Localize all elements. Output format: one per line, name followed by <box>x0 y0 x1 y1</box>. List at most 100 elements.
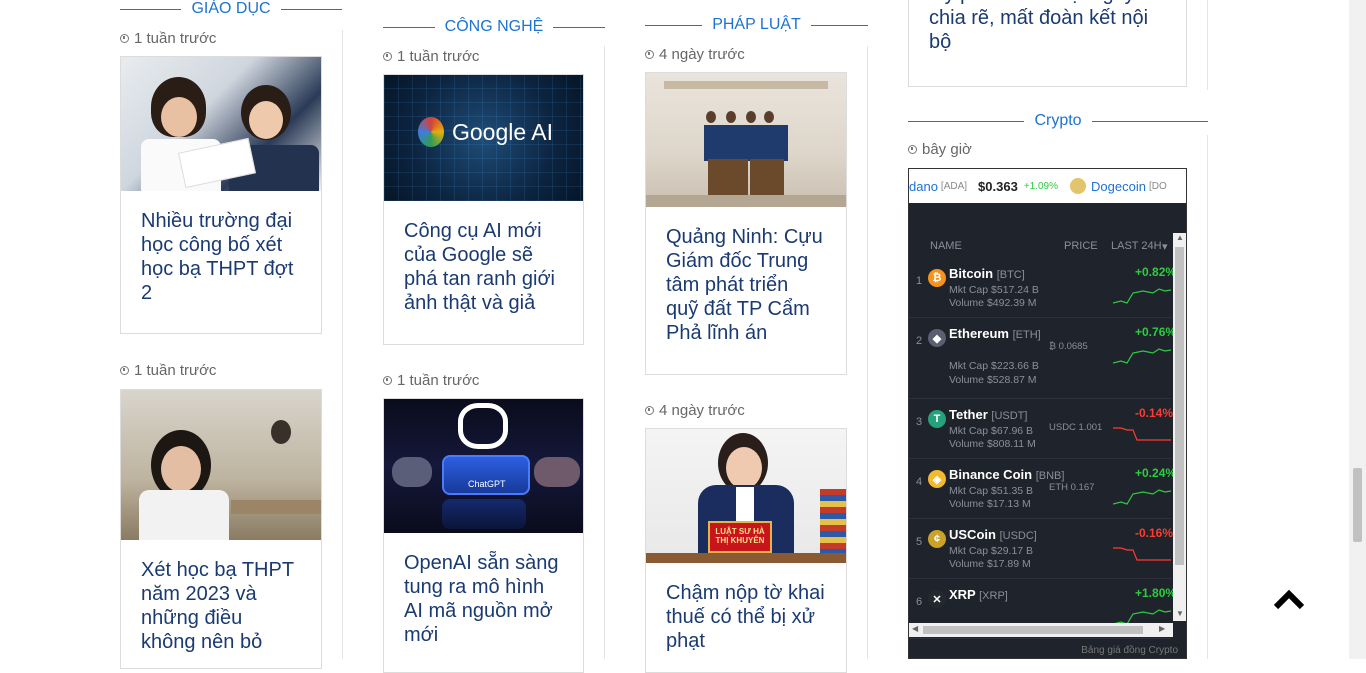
coin-change: +0.76% <box>1135 325 1177 339</box>
coin-change: -0.16% <box>1135 526 1174 540</box>
article-title[interactable]: lấy phiếu tín nhiệm gây chia rẽ, mất đoà… <box>909 0 1186 54</box>
article-card[interactable]: Nhiều trường đại học công bố xét học bạ … <box>120 56 322 334</box>
article-image[interactable] <box>121 57 321 191</box>
clock-icon <box>383 376 392 385</box>
coin-sparkline <box>1113 427 1171 441</box>
google-ai-logo: Google AI <box>452 119 554 145</box>
ticker-symbol: [ADA] <box>940 180 968 192</box>
coin-volume: Volume $17.13 M <box>949 498 1031 510</box>
scroll-right-arrow-icon[interactable]: ▶ <box>1159 624 1165 633</box>
column-divider <box>1207 135 1208 659</box>
article-time: 4 ngày trước <box>645 402 745 419</box>
article-time: 1 tuần trước <box>383 48 479 65</box>
page-scrollbar[interactable] <box>1349 0 1366 659</box>
article-time: 4 ngày trước <box>645 46 745 63</box>
article-image[interactable] <box>121 390 321 540</box>
section-label: GIÁO DỤC <box>191 0 271 17</box>
coin-volume: Volume $808.11 M <box>949 438 1036 450</box>
article-image[interactable] <box>646 73 846 207</box>
section-header-giao-duc[interactable]: GIÁO DỤC <box>120 0 342 18</box>
scroll-left-arrow-icon[interactable]: ◀ <box>912 624 918 633</box>
ticker-name[interactable]: dano <box>909 179 938 194</box>
widget-horizontal-scrollbar[interactable]: ◀ ▶ <box>909 623 1173 637</box>
article-image[interactable]: Google AI <box>384 75 583 201</box>
coin-volume: Volume $528.87 M <box>949 374 1037 386</box>
article-time: 1 tuần trước <box>383 372 479 389</box>
coin-rank: 2 <box>916 335 923 347</box>
scrollbar-thumb[interactable] <box>1175 247 1184 565</box>
section-header-cong-nghe[interactable]: CÔNG NGHỆ <box>383 17 606 37</box>
coin-row[interactable]: 3 T Tether [USDT] Mkt Cap $67.96 B Volume $8… <box>909 398 1173 459</box>
table-header: NAME PRICE LAST 24H ▾ <box>909 233 1171 257</box>
coin-name[interactable]: Bitcoin [BTC] <box>949 266 1025 281</box>
article-title[interactable]: Nhiều trường đại học công bố xét học bạ … <box>121 191 321 323</box>
scroll-up-arrow-icon[interactable]: ▲ <box>1176 233 1184 242</box>
section-header-crypto[interactable]: Crypto <box>908 111 1208 131</box>
clock-icon <box>120 34 129 43</box>
nameplate-text: LUẬT SƯ HÀ THỊ KHUYÊN <box>715 527 765 545</box>
clock-icon <box>908 145 917 154</box>
column-divider <box>867 46 868 659</box>
coin-icon: ✕ <box>928 590 946 608</box>
coin-name[interactable]: USCoin [USDC] <box>949 527 1037 542</box>
widget-footer[interactable]: Bảng giá đồng Crypto <box>1081 645 1178 656</box>
clock-icon <box>645 50 654 59</box>
article-title[interactable]: Xét học bạ THPT năm 2023 và những điều k… <box>121 540 321 668</box>
coin-icon: ◆ <box>928 329 946 347</box>
article-title[interactable]: Quảng Ninh: Cựu Giám đốc Trung tâm phát … <box>646 207 846 363</box>
ticker-name[interactable]: Dogecoin <box>1091 179 1146 194</box>
section-label: CÔNG NGHỆ <box>444 18 544 35</box>
coin-row[interactable]: 5 ¢ USCoin [USDC] Mkt Cap $29.17 B Volume $1… <box>909 518 1174 579</box>
article-image[interactable]: LUẬT SƯ HÀ THỊ KHUYÊN <box>646 429 846 563</box>
section-header-phap-luat[interactable]: PHÁP LUẬT <box>645 15 868 35</box>
article-time: 1 tuần trước <box>120 30 216 47</box>
col-last-24h[interactable]: LAST 24H <box>1111 240 1162 252</box>
article-card[interactable]: Google AI Công cụ AI mới của Google sẽ p… <box>383 74 584 345</box>
article-card[interactable]: lấy phiếu tín nhiệm gây chia rẽ, mất đoà… <box>908 0 1187 87</box>
article-card[interactable]: ChatGPT OpenAI sẵn sàng tung ra mô hình … <box>383 398 584 673</box>
coin-change: +0.24% <box>1135 466 1177 480</box>
column-divider <box>342 30 343 659</box>
coin-rank: 6 <box>916 596 923 608</box>
article-card[interactable]: Xét học bạ THPT năm 2023 và những điều k… <box>120 389 322 669</box>
coin-change: +1.80% <box>1135 586 1177 600</box>
article-image[interactable]: ChatGPT <box>384 399 583 533</box>
coin-sparkline <box>1113 547 1171 561</box>
coin-name[interactable]: Binance Coin [BNB] <box>949 467 1064 482</box>
coin-mktcap: Mkt Cap $29.17 B <box>949 545 1034 557</box>
article-title[interactable]: OpenAI sẵn sàng tung ra mô hình AI mã ng… <box>384 533 583 665</box>
coin-rank: 5 <box>916 536 923 548</box>
col-price: PRICE <box>1064 240 1098 252</box>
coin-volume: Volume $17.89 M <box>949 558 1031 570</box>
article-title[interactable]: Công cụ AI mới của Google sẽ phá tan ran… <box>384 201 583 333</box>
scrollbar-thumb[interactable] <box>923 626 1143 634</box>
coin-row[interactable]: 4 ◈ Binance Coin [BNB] Mkt Cap $51.35 B Volu… <box>909 458 1176 519</box>
coin-price: USDC 1.001 <box>1049 422 1103 433</box>
article-card[interactable]: LUẬT SƯ HÀ THỊ KHUYÊN Chậm nộp tờ khai t… <box>645 428 847 673</box>
chevron-up-icon <box>1273 589 1305 610</box>
coin-name[interactable]: Ethereum [ETH] <box>949 326 1041 341</box>
coin-sparkline <box>1113 288 1171 304</box>
section-label: Crypto <box>1034 112 1082 129</box>
coin-name[interactable]: XRP [XRP] <box>949 587 1008 602</box>
article-title[interactable]: Chậm nộp tờ khai thuế có thể bị xử phạt <box>646 563 846 671</box>
ticker-price: $0.363 <box>978 178 1018 194</box>
article-card[interactable]: Quảng Ninh: Cựu Giám đốc Trung tâm phát … <box>645 72 847 375</box>
coin-row[interactable]: 2 ◆ Ethereum [ETH] Mkt Cap $223.66 B Volume … <box>909 317 1176 399</box>
crypto-price-widget[interactable]: dano [ADA] $0.363 +1.09% Dogecoin [DO NA… <box>908 168 1187 659</box>
dogecoin-icon <box>1070 178 1087 194</box>
page-scrollbar-thumb[interactable] <box>1353 468 1362 542</box>
coin-sparkline <box>1113 489 1171 505</box>
coin-row[interactable]: 1 ₿ Bitcoin [BTC] Mkt Cap $517.24 B Volume $… <box>909 257 1176 318</box>
coin-name[interactable]: Tether [USDT] <box>949 407 1027 422</box>
clock-icon <box>120 366 129 375</box>
column-divider <box>604 46 605 659</box>
back-to-top-button[interactable] <box>1271 585 1307 615</box>
crypto-ticker[interactable]: dano [ADA] $0.363 +1.09% Dogecoin [DO <box>909 169 1186 203</box>
article-time: bây giờ <box>908 141 972 158</box>
widget-vertical-scrollbar[interactable]: ▲ ▼ <box>1173 233 1186 621</box>
scroll-down-arrow-icon[interactable]: ▼ <box>1176 609 1184 618</box>
coin-icon: ¢ <box>928 530 946 548</box>
coin-mktcap: Mkt Cap $51.35 B <box>949 485 1034 497</box>
article-time: 1 tuần trước <box>120 362 216 379</box>
